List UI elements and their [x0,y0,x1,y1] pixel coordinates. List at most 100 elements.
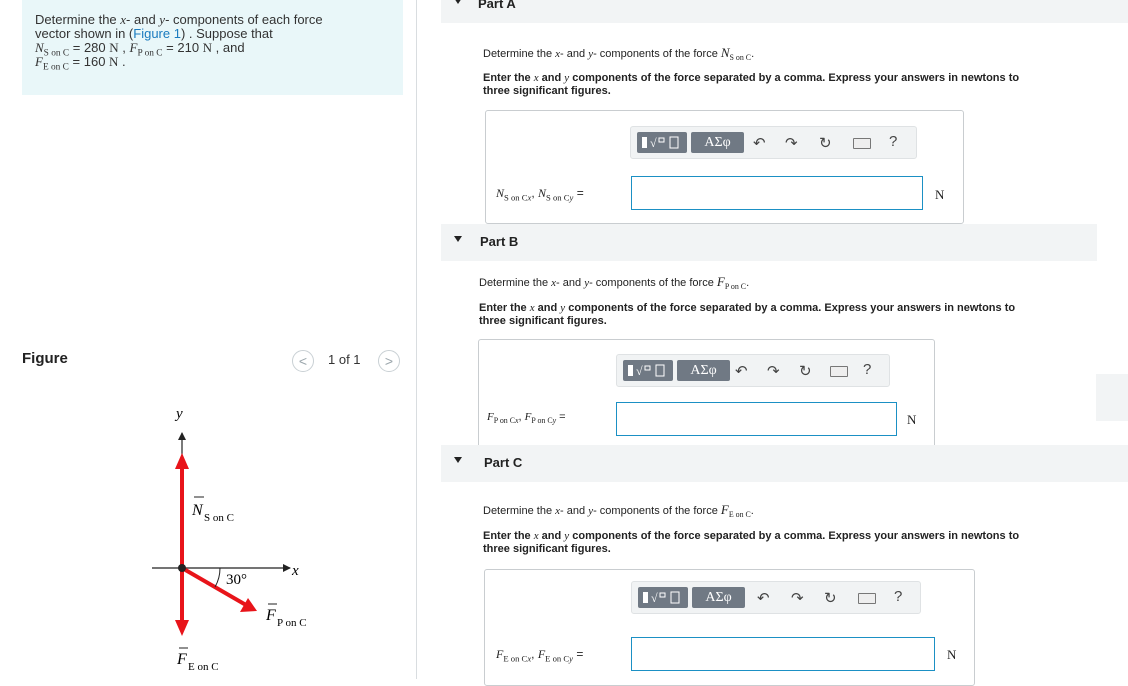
part-c-header[interactable]: Part C [441,445,1128,482]
text: Determine the [35,12,121,27]
text: - and [560,48,589,60]
symbol-f: F [35,54,43,69]
input-label: FP on Cx, FP on Cy = [487,411,566,426]
subscript: P on C [493,416,515,426]
help-icon[interactable]: ? [889,133,897,150]
subscript: E on C [728,510,751,520]
text: . [751,48,755,60]
undo-icon[interactable]: ↶ [753,134,766,152]
normal-force-arrowhead [175,453,189,469]
greek-symbols-button[interactable]: ΑΣφ [691,132,744,153]
question-text: Determine the x- and y- components of th… [483,45,755,63]
figure-title: Figure [22,350,68,367]
math-toolbar: √ ΑΣφ ↶ ↷ ↻ ? [616,354,890,387]
text: three significant figures. [483,85,611,97]
undo-icon[interactable]: ↶ [757,589,770,607]
text: = [572,647,584,661]
symbol-n: N [35,40,44,55]
text: - and [556,277,585,289]
keyboard-icon[interactable] [830,366,848,377]
collapse-arrow-icon[interactable] [454,0,462,4]
text: = [556,411,566,423]
collapse-arrow-icon[interactable] [454,457,462,463]
template-button[interactable]: √ [637,132,687,153]
pane-divider[interactable] [416,0,417,679]
text: ) . Suppose that [180,26,273,41]
text: Enter the [479,302,530,314]
weight-force-arrowhead [175,620,189,636]
text: . [746,277,750,289]
keyboard-icon[interactable] [858,593,876,604]
text: and [538,72,565,84]
weight-force-label: F [176,651,187,668]
text: - components of the force [593,505,721,517]
instructions: Enter the x and y components of the forc… [479,302,1099,328]
subscript: E on C [503,653,528,664]
reset-icon[interactable]: ↻ [799,362,812,380]
value: = 160 [68,54,110,69]
answer-input[interactable] [616,402,897,436]
text: Determine the [479,277,552,289]
subscript: P on C [137,48,163,59]
input-label: FE on Cx, FE on Cy = [496,647,584,664]
text: and [538,530,565,542]
greek-symbols-button[interactable]: ΑΣφ [692,587,745,608]
text: Determine the [483,505,556,517]
reset-icon[interactable]: ↻ [819,134,832,152]
unit: N [109,40,119,55]
svg-text:√: √ [636,364,643,378]
template-button[interactable]: √ [638,587,688,608]
fraction-sqrt-icon: √ [642,136,679,150]
part-b-header[interactable]: Part B [441,224,1097,261]
problem-text: Determine the x- and y- components of ea… [35,12,390,73]
subscript: P on C [531,416,553,426]
unit: N [202,40,213,55]
part-label: Part B [480,234,519,249]
force-symbol: F [720,502,729,517]
text: Enter the [483,72,534,84]
math-toolbar: √ ΑΣφ ↶ ↷ ↻ ? [630,126,917,159]
answer-area: √ ΑΣφ ↶ ↷ ↻ ? FE on Cx, FE on Cy = N [484,569,975,686]
reset-icon[interactable]: ↻ [824,589,837,607]
redo-icon[interactable]: ↷ [791,589,804,607]
keyboard-icon[interactable] [853,138,871,149]
greek-symbols-button[interactable]: ΑΣφ [677,360,730,381]
text: components of the force separated by a c… [569,530,1020,542]
text: three significant figures. [479,315,607,327]
unit-label: N [907,412,917,427]
answer-input[interactable] [631,176,923,210]
text: , and [212,40,245,55]
figure-link[interactable]: Figure 1 [133,26,181,41]
side-panel-tab[interactable] [1096,374,1128,421]
text: Enter the [483,530,534,542]
subscript: P on C [724,282,747,292]
redo-icon[interactable]: ↷ [767,362,780,380]
part-label: Part C [484,455,523,470]
text: . [750,505,754,517]
help-icon[interactable]: ? [894,588,902,605]
template-button[interactable]: √ [623,360,673,381]
subscript: E on C [42,62,69,73]
collapse-arrow-icon[interactable] [454,236,462,242]
figure-prev-button[interactable]: < [292,350,314,372]
text: three significant figures. [483,543,611,555]
figure-next-button[interactable]: > [378,350,400,372]
text: , [531,647,538,661]
force-symbol: N [496,186,505,200]
part-label: Part A [478,0,516,11]
answer-input[interactable] [631,637,935,671]
instructions: Enter the x and y components of the forc… [483,530,1123,556]
y-axis-label: y [174,406,183,422]
help-icon[interactable]: ? [863,361,871,378]
part-a-header[interactable]: Part A [441,0,1128,23]
question-text: Determine the x- and y- components of th… [479,274,750,292]
undo-icon[interactable]: ↶ [735,362,748,380]
normal-force-label: N [191,502,204,519]
subscript: S on C [546,192,570,203]
unit-label: N [947,647,957,662]
redo-icon[interactable]: ↷ [785,134,798,152]
subscript: S on C [504,192,528,203]
subscript: S on C [729,53,752,63]
subscript: S on C [43,48,70,59]
text: - components of the force [589,277,717,289]
